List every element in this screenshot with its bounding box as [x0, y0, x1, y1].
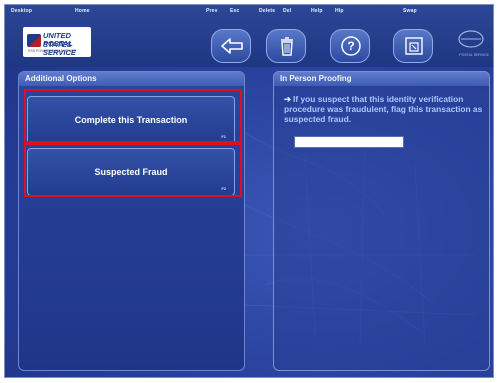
brand-right-text: POSTAL SERVICE	[459, 53, 489, 57]
help-label: Help	[311, 8, 323, 14]
trash-icon	[281, 37, 293, 56]
right-arrow-icon: ➔	[284, 94, 292, 104]
desktop-link[interactable]: Desktop	[11, 8, 32, 14]
swap-window-icon	[405, 37, 423, 55]
swap-button[interactable]	[393, 29, 433, 63]
delete-key: Del	[283, 8, 292, 14]
prev-key: Esc	[230, 8, 240, 14]
delete-button[interactable]	[266, 29, 306, 63]
svg-text:?: ?	[347, 39, 354, 53]
highlight-suspected-fraud	[24, 143, 242, 197]
prev-label: Prev	[206, 8, 218, 14]
usps-eagle-logo-icon	[458, 30, 484, 48]
prev-button[interactable]	[211, 29, 251, 63]
eagle-icon	[27, 34, 41, 47]
additional-options-title: Additional Options	[19, 72, 244, 86]
fraud-instruction-text: If you suspect that this identity verifi…	[284, 94, 483, 124]
logo-line2: POSTAL SERVICE	[43, 39, 76, 57]
in-person-proofing-title: In Person Proofing	[274, 72, 489, 86]
top-toolbar: Desktop Home UNITED STATES POSTAL SERVIC…	[5, 5, 493, 67]
help-key: Hlp	[335, 8, 344, 14]
fraud-instruction: ➔ If you suspect that this identity verif…	[284, 94, 484, 124]
logo-line3: RSS POWERED BY NPOWER	[28, 49, 77, 53]
usps-logo: UNITED STATES POSTAL SERVICE RSS POWERED…	[23, 27, 91, 57]
home-link[interactable]: Home	[75, 8, 90, 14]
highlight-complete-transaction	[24, 89, 242, 143]
back-arrow-icon	[221, 38, 243, 54]
question-icon: ?	[341, 36, 361, 56]
in-person-proofing-panel: In Person Proofing ➔ If you suspect that …	[273, 71, 490, 371]
delete-label: Delete	[259, 8, 276, 14]
fraud-note-input[interactable]	[294, 136, 404, 148]
help-button[interactable]: ?	[330, 29, 370, 63]
swap-label: Swap	[403, 8, 417, 14]
